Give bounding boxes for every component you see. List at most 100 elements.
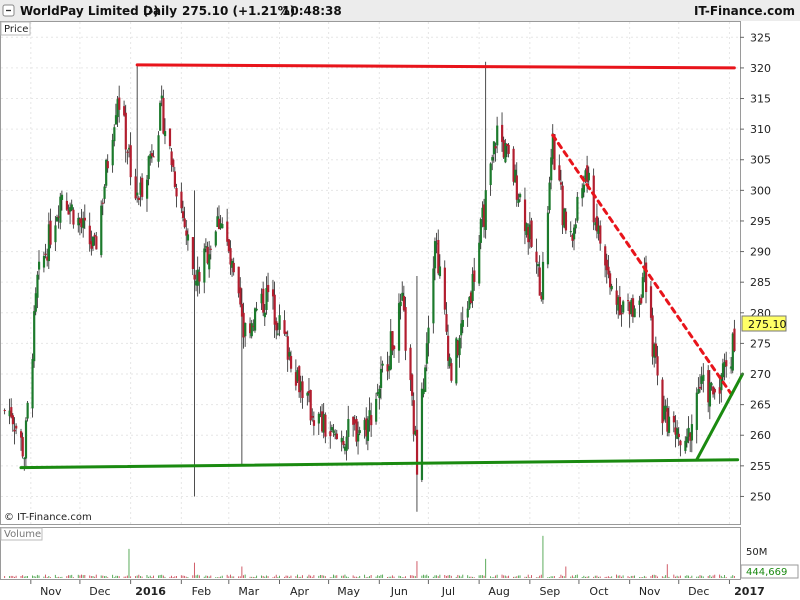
- candle-down: [49, 220, 52, 245]
- candle-down: [649, 286, 653, 318]
- candle-down: [443, 267, 446, 310]
- candle-down: [65, 200, 69, 210]
- candle-up: [91, 236, 95, 247]
- quote-label: 275.10 (+1.21%): [182, 4, 295, 18]
- candle-down: [640, 297, 643, 304]
- x-tick-label: Feb: [192, 585, 211, 598]
- candle-down: [393, 345, 396, 350]
- candle-down: [677, 433, 680, 438]
- candle-up: [357, 433, 360, 442]
- candle-down: [311, 415, 314, 418]
- candle-down: [3, 409, 6, 412]
- candle-down: [501, 124, 504, 142]
- candle-down: [191, 237, 194, 269]
- candle-down: [209, 248, 212, 250]
- candle-up: [42, 256, 46, 268]
- x-tick-label: Apr: [290, 585, 310, 598]
- candle-down: [450, 363, 453, 381]
- x-tick-label: Sep: [539, 585, 560, 598]
- y-tick-label: 305: [750, 154, 771, 167]
- candle-down: [411, 374, 414, 396]
- candle-down: [193, 274, 196, 280]
- last-price-value: 275.10: [748, 318, 787, 331]
- candle-up: [548, 182, 551, 211]
- candle-down: [275, 321, 278, 331]
- candle-up: [573, 227, 576, 240]
- y-tick-label: 250: [750, 490, 771, 503]
- candle-down: [335, 433, 338, 440]
- last-volume-value: 444,669: [746, 567, 787, 578]
- candle-up: [317, 413, 320, 424]
- candle-up: [59, 196, 62, 223]
- candle-down: [507, 144, 510, 154]
- candle-down: [609, 273, 612, 288]
- candle-up: [366, 419, 370, 441]
- watermark: © IT-Finance.com: [4, 512, 92, 523]
- candle-down: [11, 415, 15, 425]
- x-tick-label: Jul: [441, 585, 455, 598]
- candle-down: [494, 146, 497, 149]
- y-tick-label: 310: [750, 123, 771, 136]
- candle-up: [479, 219, 482, 243]
- candle-down: [530, 220, 533, 247]
- candle-down: [180, 191, 183, 209]
- candle-down: [599, 225, 602, 244]
- candle-down: [733, 328, 736, 351]
- x-tick-label: Nov: [40, 585, 62, 598]
- candle-up: [26, 402, 29, 419]
- candle-down: [447, 335, 450, 361]
- candle-down: [473, 270, 476, 282]
- candle-up: [70, 204, 73, 210]
- candle-down: [168, 128, 172, 147]
- candle-up: [690, 424, 694, 441]
- candle-down: [21, 437, 24, 457]
- candle-down: [312, 420, 316, 426]
- x-tick-label: Jun: [390, 585, 408, 598]
- y-tick-label: 270: [750, 368, 771, 381]
- candle-up: [427, 327, 430, 344]
- candle-up: [255, 308, 258, 311]
- candle-up: [381, 363, 384, 366]
- candle-down: [72, 209, 75, 225]
- candle-down: [101, 202, 105, 204]
- candle-down: [564, 211, 568, 231]
- candle-up: [667, 416, 671, 433]
- candle-down: [141, 177, 144, 197]
- candle-up: [221, 223, 224, 229]
- candle-up: [214, 231, 217, 246]
- candle-up: [432, 268, 435, 324]
- x-tick-label: Nov: [639, 585, 661, 598]
- candle-down: [342, 440, 345, 445]
- x-axis: Nov Dec 2016 Feb Mar Apr May Jun Jul Aug Sep Oct Nov…: [30, 580, 765, 598]
- candle-down: [19, 431, 23, 438]
- candle-up: [24, 420, 28, 459]
- x-tick-label: May: [337, 585, 360, 598]
- candle-down: [152, 156, 155, 158]
- candle-down: [535, 251, 538, 263]
- candle-up: [378, 388, 381, 398]
- candle-up: [702, 374, 705, 381]
- symbol-label: WorldPay Limited (-): [20, 4, 159, 18]
- candle-down: [620, 313, 623, 315]
- candle-down: [126, 151, 129, 153]
- y-tick-label: 260: [750, 429, 771, 442]
- candle-up: [489, 163, 492, 186]
- candle-up: [253, 308, 257, 331]
- candle-down: [173, 171, 176, 187]
- candle-up: [461, 319, 464, 327]
- candle-down: [370, 415, 373, 426]
- candle-up: [574, 224, 577, 229]
- candle-up: [420, 388, 424, 480]
- candle-down: [13, 429, 16, 432]
- candle-down: [285, 331, 288, 334]
- candle-down: [183, 218, 186, 228]
- candle-up: [60, 194, 64, 200]
- candle-down: [15, 425, 18, 429]
- candle-up: [582, 184, 586, 193]
- candle-up: [111, 139, 114, 166]
- candle-down: [515, 175, 518, 200]
- y-tick-label: 275: [750, 337, 771, 350]
- candle-down: [175, 188, 178, 197]
- candle-up: [569, 231, 572, 233]
- candle-up: [288, 352, 291, 357]
